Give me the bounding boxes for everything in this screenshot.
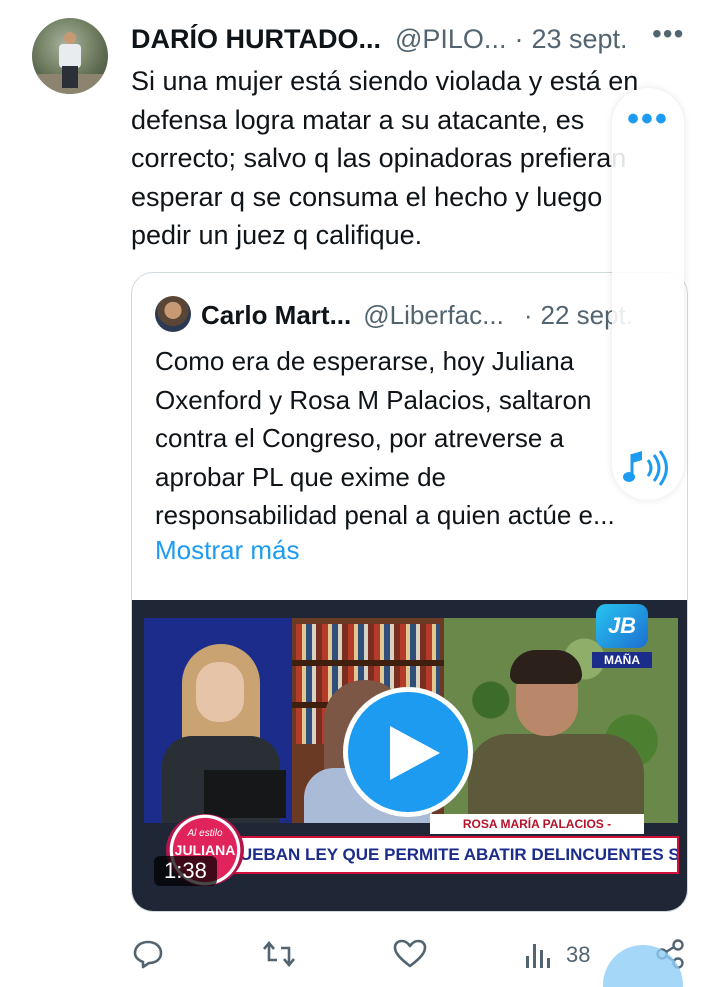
- play-icon: [390, 726, 440, 780]
- channel-tag: MAÑA: [592, 652, 652, 668]
- tweet-text-line: correcto; salvo q las opinadoras prefier…: [131, 143, 627, 173]
- tweet-text-line: esperar q se consuma el hecho y luego: [131, 181, 603, 212]
- quoted-text-line: aprobar PL que exime de: [155, 461, 447, 492]
- avatar-figure-body: [59, 44, 81, 68]
- quoted-header-separator: ·: [523, 299, 533, 330]
- quoted-author-avatar[interactable]: [155, 296, 191, 332]
- like-icon[interactable]: [393, 938, 427, 975]
- header-separator: ·: [514, 23, 524, 54]
- tweet[interactable]: DARÍO HURTADO... @PILO... · 23 sept. •••…: [0, 0, 720, 987]
- video-duration: 1:38: [154, 856, 217, 886]
- quoted-text-line: Como era de esperarse, hoy Juliana: [155, 346, 575, 376]
- channel-logo: JB: [596, 604, 648, 648]
- tweet-text: Si una mujer está siendo violada y está …: [131, 62, 676, 255]
- quoted-tweet-header: Carlo Mart... @Liberfac... · 22 sept.: [201, 298, 633, 332]
- reply-icon[interactable]: [132, 938, 164, 975]
- more-icon[interactable]: •••: [652, 18, 684, 50]
- quoted-tweet[interactable]: Carlo Mart... @Liberfac... · 22 sept. Co…: [131, 272, 688, 912]
- tweet-text-line: pedir un juez q califique.: [131, 220, 423, 250]
- quoted-text-line: responsabilidad penal a quien actúe e...: [155, 500, 615, 530]
- show-more-link[interactable]: Mostrar más: [155, 535, 299, 566]
- author-avatar[interactable]: [32, 18, 108, 94]
- speaker-icon[interactable]: [622, 446, 670, 495]
- overlay-more-icon[interactable]: •••: [612, 100, 684, 139]
- show-logo-line1: Al estilo: [187, 828, 223, 839]
- bookshelf-row: [296, 624, 440, 660]
- man-body: [468, 734, 644, 823]
- avatar-figure-legs: [62, 66, 78, 88]
- retweet-icon[interactable]: [261, 938, 297, 975]
- news-ticker: APRUEBAN LEY QUE PERMITE ABATIR DELINCUE…: [202, 836, 679, 874]
- avatar-figure-head: [64, 32, 76, 44]
- tweet-text-line: defensa logra matar a su atacante, es: [131, 104, 585, 135]
- quoted-text-line: contra el Congreso, por atreverse a: [155, 423, 564, 453]
- views-count: 38: [566, 942, 591, 967]
- tweet-text-line: Si una mujer está siendo violada y está …: [131, 66, 639, 96]
- man-hair: [510, 650, 582, 684]
- author-name[interactable]: DARÍO HURTADO...: [131, 24, 381, 55]
- play-button[interactable]: [343, 687, 473, 817]
- video-player[interactable]: JB MAÑA ROSA MARÍA PALACIOS - PERIODISTA…: [132, 600, 687, 911]
- tweet-date[interactable]: 23 sept.: [531, 24, 627, 55]
- video-panel-host: [144, 618, 292, 823]
- host-laptop: [204, 770, 286, 818]
- accessibility-overlay-panel[interactable]: [612, 88, 684, 500]
- quoted-author-name[interactable]: Carlo Mart...: [201, 300, 351, 331]
- video-panel-third: [444, 618, 678, 823]
- views-icon[interactable]: [524, 938, 554, 975]
- quoted-tweet-text: Como era de esperarse, hoy Juliana Oxenf…: [155, 342, 675, 535]
- lower-third-name: ROSA MARÍA PALACIOS - PERIODISTA: [430, 814, 644, 851]
- quoted-author-handle[interactable]: @Liberfac...: [363, 300, 504, 331]
- quoted-text-line: Oxenford y Rosa M Palacios, saltaron: [155, 384, 592, 415]
- host-face: [196, 662, 244, 722]
- tweet-header: DARÍO HURTADO... @PILO... · 23 sept.: [131, 22, 628, 56]
- author-handle[interactable]: @PILO...: [395, 24, 506, 55]
